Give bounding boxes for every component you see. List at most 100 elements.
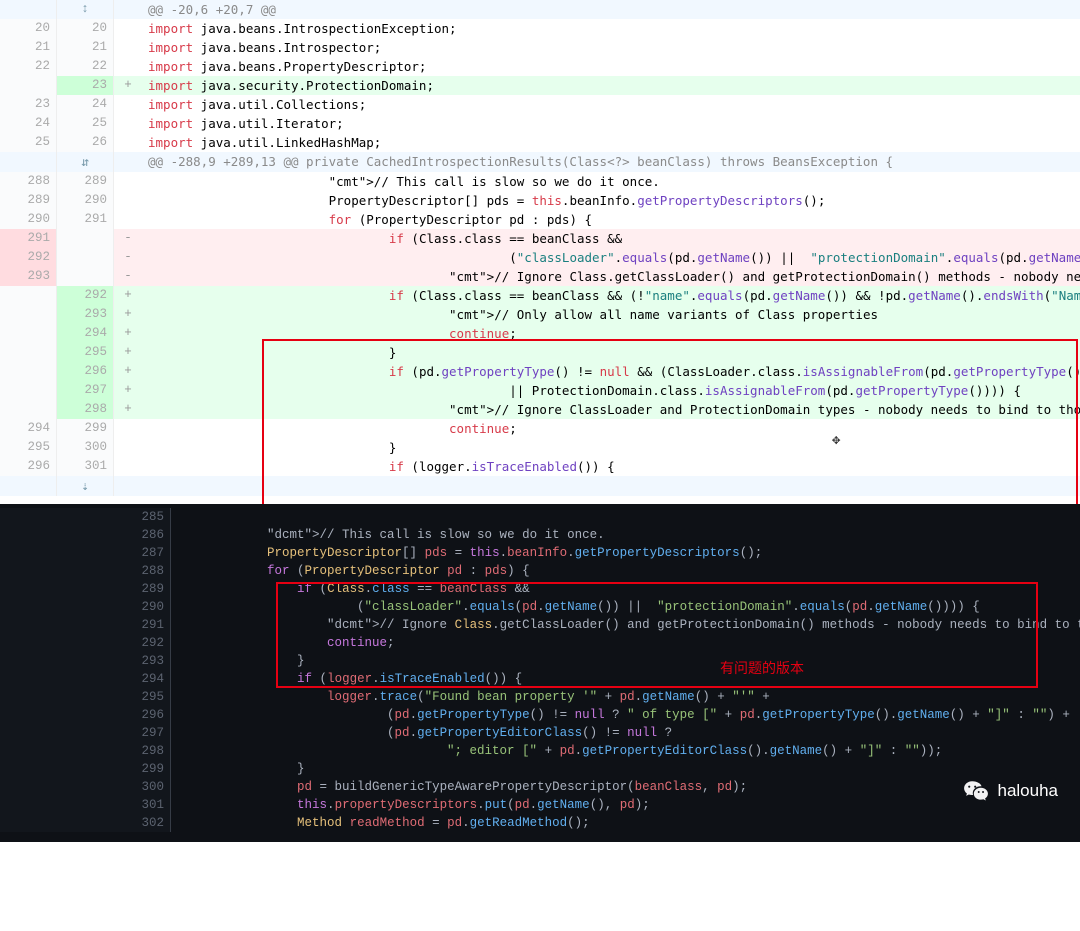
diff-marker: + [114, 324, 143, 343]
line-no: 293 [104, 652, 171, 670]
code-cell: "cmt">// Ignore Class.getClassLoader() a… [142, 267, 1080, 286]
code-cell: for (PropertyDescriptor pd : pds) { [171, 562, 1080, 580]
code-line[interactable]: 286 "dcmt">// This call is slow so we do… [0, 526, 1080, 544]
line-no: 294 [104, 670, 171, 688]
diff-line[interactable]: 294+ continue; [0, 324, 1080, 343]
old-line-no [0, 305, 57, 324]
new-line-no: 299 [57, 419, 114, 438]
diff-marker: + [114, 343, 143, 362]
diff-line[interactable]: 23+import java.security.ProtectionDomain… [0, 76, 1080, 95]
diff-line[interactable]: 2222import java.beans.PropertyDescriptor… [0, 57, 1080, 76]
diff-marker: - [114, 248, 143, 267]
code-line[interactable]: 285 [0, 508, 1080, 526]
diff-marker [114, 191, 143, 210]
line-no: 298 [104, 742, 171, 760]
diff-line[interactable]: 296+ if (pd.getPropertyType() != null &&… [0, 362, 1080, 381]
diff-line[interactable]: 292+ if (Class.class == beanClass && (!"… [0, 286, 1080, 305]
annotation-text-bug: 有问题的版本 [720, 658, 804, 678]
code-cell: if (Class.class == beanClass && [142, 229, 1080, 248]
new-line-no: 296 [57, 362, 114, 381]
new-line-no: 289 [57, 172, 114, 191]
old-line-no: 293 [0, 267, 57, 286]
code-line[interactable]: 292 continue; [0, 634, 1080, 652]
code-line[interactable]: 301 this.propertyDescriptors.put(pd.getN… [0, 796, 1080, 814]
watermark-text: halouha [997, 781, 1058, 801]
diff-marker: + [114, 400, 143, 419]
code-line[interactable]: 288 for (PropertyDescriptor pd : pds) { [0, 562, 1080, 580]
diff-marker [114, 133, 143, 152]
diff-line[interactable]: 298+ "cmt">// Ignore ClassLoader and Pro… [0, 400, 1080, 419]
diff-line[interactable]: 288289 "cmt">// This call is slow so we … [0, 172, 1080, 191]
code-line[interactable]: 291 "dcmt">// Ignore Class.getClassLoade… [0, 616, 1080, 634]
diff-line[interactable]: 297+ || ProtectionDomain.class.isAssigna… [0, 381, 1080, 400]
code-line[interactable]: 287 PropertyDescriptor[] pds = this.bean… [0, 544, 1080, 562]
diff-line[interactable]: 2020import java.beans.IntrospectionExcep… [0, 19, 1080, 38]
diff-line[interactable]: 296301 if (logger.isTraceEnabled()) { [0, 457, 1080, 476]
line-no: 292 [104, 634, 171, 652]
code-cell: (pd.getPropertyEditorClass() != null ? [171, 724, 1080, 742]
code-cell: (pd.getPropertyType() != null ? " of typ… [171, 706, 1080, 724]
code-cell: PropertyDescriptor[] pds = this.beanInfo… [142, 191, 1080, 210]
old-line-no [0, 343, 57, 362]
hunk-header: @@ -288,9 +289,13 @@ private CachedIntro… [142, 152, 1080, 172]
diff-marker: + [114, 76, 143, 95]
code-line[interactable]: 295 logger.trace("Found bean property '"… [0, 688, 1080, 706]
diff-marker [114, 19, 143, 38]
old-line-no: 291 [0, 229, 57, 248]
code-line[interactable]: 294 if (logger.isTraceEnabled()) { [0, 670, 1080, 688]
code-cell: if (logger.isTraceEnabled()) { [171, 670, 1080, 688]
diff-line[interactable]: 293+ "cmt">// Only allow all name varian… [0, 305, 1080, 324]
code-cell: if (logger.isTraceEnabled()) { [142, 457, 1080, 476]
hunk-header: @@ -20,6 +20,7 @@ [142, 0, 1080, 19]
diff-line[interactable]: 2425import java.util.Iterator; [0, 114, 1080, 133]
expand-row[interactable]: ⇵@@ -288,9 +289,13 @@ private CachedIntr… [0, 152, 1080, 172]
line-no: 291 [104, 616, 171, 634]
diff-line[interactable]: 295300 } [0, 438, 1080, 457]
code-line[interactable]: 298 "; editor [" + pd.getPropertyEditorC… [0, 742, 1080, 760]
diff-line[interactable]: 295+ } [0, 343, 1080, 362]
code-cell: PropertyDescriptor[] pds = this.beanInfo… [171, 544, 1080, 562]
diff-table: ↕@@ -20,6 +20,7 @@ 2020import java.beans… [0, 0, 1080, 496]
diff-line[interactable]: 290291 for (PropertyDescriptor pd : pds)… [0, 210, 1080, 229]
diff-line[interactable]: 293- "cmt">// Ignore Class.getClassLoade… [0, 267, 1080, 286]
code-editor-dark: 285286 "dcmt">// This call is slow so we… [0, 504, 1080, 842]
code-line[interactable]: 289 if (Class.class == beanClass && [0, 580, 1080, 598]
code-line[interactable]: 302 Method readMethod = pd.getReadMethod… [0, 814, 1080, 832]
code-cell: if (Class.class == beanClass && [171, 580, 1080, 598]
code-line[interactable]: 290 ("classLoader".equals(pd.getName()) … [0, 598, 1080, 616]
diff-line[interactable]: 294299 continue; [0, 419, 1080, 438]
expand-row[interactable]: ↕@@ -20,6 +20,7 @@ [0, 0, 1080, 19]
diff-marker: + [114, 381, 143, 400]
code-line[interactable]: 293 } [0, 652, 1080, 670]
new-line-no: 300 [57, 438, 114, 457]
diff-view: ↕@@ -20,6 +20,7 @@ 2020import java.beans… [0, 0, 1080, 496]
code-cell: logger.trace("Found bean property '" + p… [171, 688, 1080, 706]
diff-marker [114, 38, 143, 57]
new-line-no: 292 [57, 286, 114, 305]
new-line-no: 20 [57, 19, 114, 38]
old-line-no: 292 [0, 248, 57, 267]
code-cell: import java.util.Collections; [142, 95, 1080, 114]
diff-marker: - [114, 229, 143, 248]
code-cell: if (pd.getPropertyType() != null && (Cla… [142, 362, 1080, 381]
new-line-no: 297 [57, 381, 114, 400]
expand-row[interactable]: ⇣ [0, 476, 1080, 496]
new-line-no: 298 [57, 400, 114, 419]
diff-line[interactable]: 292- ("classLoader".equals(pd.getName())… [0, 248, 1080, 267]
code-cell: Method readMethod = pd.getReadMethod(); [171, 814, 1080, 832]
old-line-no: 295 [0, 438, 57, 457]
code-cell: import java.beans.IntrospectionException… [142, 19, 1080, 38]
diff-line[interactable]: 2121import java.beans.Introspector; [0, 38, 1080, 57]
diff-line[interactable]: 2324import java.util.Collections; [0, 95, 1080, 114]
code-line[interactable]: 297 (pd.getPropertyEditorClass() != null… [0, 724, 1080, 742]
diff-line[interactable]: 289290 PropertyDescriptor[] pds = this.b… [0, 191, 1080, 210]
line-no: 296 [104, 706, 171, 724]
code-cell: for (PropertyDescriptor pd : pds) { [142, 210, 1080, 229]
diff-line[interactable]: 2526import java.util.LinkedHashMap; [0, 133, 1080, 152]
old-line-no: 23 [0, 95, 57, 114]
code-line[interactable]: 296 (pd.getPropertyType() != null ? " of… [0, 706, 1080, 724]
diff-line[interactable]: 291 - if (Class.class == beanClass && [0, 229, 1080, 248]
old-line-no: 288 [0, 172, 57, 191]
code-line[interactable]: 300 pd = buildGenericTypeAwarePropertyDe… [0, 778, 1080, 796]
code-line[interactable]: 299 } [0, 760, 1080, 778]
